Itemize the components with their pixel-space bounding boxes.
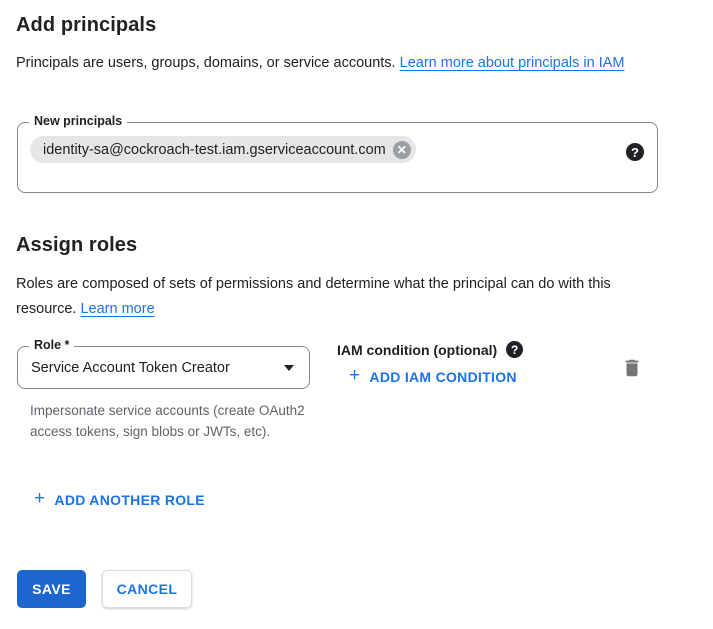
- add-another-role-button[interactable]: + ADD ANOTHER ROLE: [34, 491, 205, 508]
- iam-condition-help-icon[interactable]: ?: [506, 341, 523, 358]
- iam-condition-label-row: IAM condition (optional) ?: [337, 341, 523, 358]
- chevron-down-icon: [284, 365, 294, 371]
- page-title: Add principals: [16, 14, 156, 37]
- new-principals-label: New principals: [29, 114, 127, 128]
- add-iam-condition-label: ADD IAM CONDITION: [369, 369, 516, 385]
- principal-chip[interactable]: identity-sa@cockroach-test.iam.gservicea…: [30, 136, 416, 163]
- plus-icon: +: [34, 489, 45, 508]
- add-iam-condition-button[interactable]: + ADD IAM CONDITION: [349, 368, 517, 385]
- cancel-button[interactable]: CANCEL: [102, 570, 192, 608]
- learn-more-roles-link[interactable]: Learn more: [80, 301, 154, 317]
- add-principals-panel: Add principals Principals are users, gro…: [0, 0, 713, 629]
- principals-description-text: Principals are users, groups, domains, o…: [16, 55, 400, 71]
- role-helper-text: Impersonate service accounts (create OAu…: [30, 400, 326, 442]
- principals-description: Principals are users, groups, domains, o…: [16, 51, 664, 76]
- delete-role-button[interactable]: [619, 355, 645, 381]
- chip-remove-icon[interactable]: ✕: [393, 141, 411, 159]
- role-select[interactable]: Role * Service Account Token Creator: [17, 346, 310, 389]
- add-another-role-label: ADD ANOTHER ROLE: [54, 492, 205, 508]
- help-icon[interactable]: ?: [626, 143, 644, 161]
- new-principals-field[interactable]: New principals identity-sa@cockroach-tes…: [17, 122, 658, 193]
- roles-description: Roles are composed of sets of permission…: [16, 272, 664, 322]
- principal-chip-value: identity-sa@cockroach-test.iam.gservicea…: [43, 142, 386, 158]
- learn-more-principals-link[interactable]: Learn more about principals in IAM: [400, 55, 625, 71]
- trash-icon: [621, 357, 643, 379]
- role-label: Role *: [29, 338, 74, 352]
- assign-roles-title: Assign roles: [16, 234, 137, 257]
- save-button[interactable]: SAVE: [17, 570, 86, 608]
- role-selected-value: Service Account Token Creator: [31, 360, 230, 376]
- plus-icon: +: [349, 366, 360, 385]
- iam-condition-label: IAM condition (optional): [337, 342, 497, 358]
